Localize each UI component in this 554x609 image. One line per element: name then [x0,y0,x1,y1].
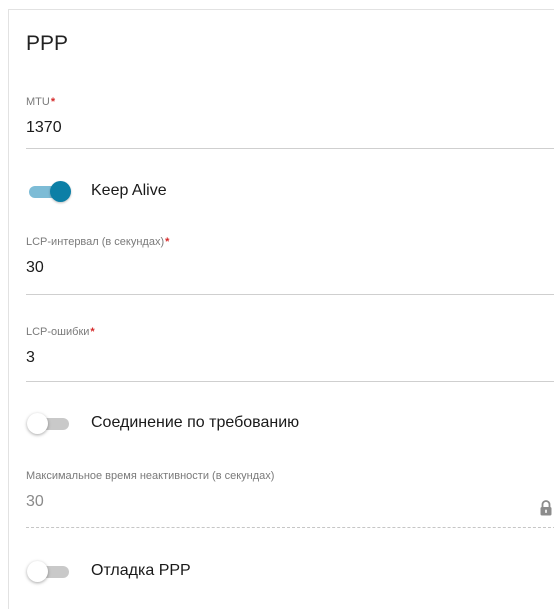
keep-alive-row[interactable]: Keep Alive [27,181,167,202]
keep-alive-label: Keep Alive [91,182,167,199]
toggle-knob [27,561,48,582]
lcp-interval-field[interactable]: LCP-интервал (в секундах)* 30 [26,236,554,295]
lcp-interval-underline [26,294,554,295]
lcp-interval-input[interactable]: 30 [26,259,554,277]
on-demand-row[interactable]: Соединение по требованию [27,413,300,434]
toggle-knob [27,413,48,434]
on-demand-toggle[interactable] [27,413,71,434]
ppp-debug-row[interactable]: Отладка PPP [27,561,191,582]
on-demand-label: Соединение по требованию [91,414,300,431]
idle-time-underline [26,527,554,528]
lcp-errors-field[interactable]: LCP-ошибки* 3 [26,326,554,382]
lcp-errors-underline [26,381,554,382]
idle-time-field: Максимальное время неактивности (в секун… [26,470,554,528]
mtu-field[interactable]: MTU* 1370 [26,96,554,149]
idle-time-label: Максимальное время неактивности (в секун… [26,470,275,482]
required-mark: * [50,96,56,108]
lcp-errors-label: LCP-ошибки* [26,326,95,338]
lock-icon [540,500,552,516]
mtu-label: MTU* [26,96,56,108]
ppp-settings-panel: PPP MTU* 1370 Keep Alive LCP-интервал (в… [8,9,554,609]
toggle-knob [50,181,71,202]
mtu-underline [26,148,554,149]
section-title: PPP [26,32,69,55]
ppp-debug-toggle[interactable] [27,561,71,582]
lcp-errors-input[interactable]: 3 [26,349,554,367]
lcp-interval-label: LCP-интервал (в секундах)* [26,236,170,248]
required-mark: * [165,236,170,248]
required-mark: * [90,326,95,338]
ppp-debug-label: Отладка PPP [91,562,191,579]
mtu-input[interactable]: 1370 [26,119,554,137]
idle-time-input: 30 [26,493,44,510]
keep-alive-toggle[interactable] [27,181,71,202]
